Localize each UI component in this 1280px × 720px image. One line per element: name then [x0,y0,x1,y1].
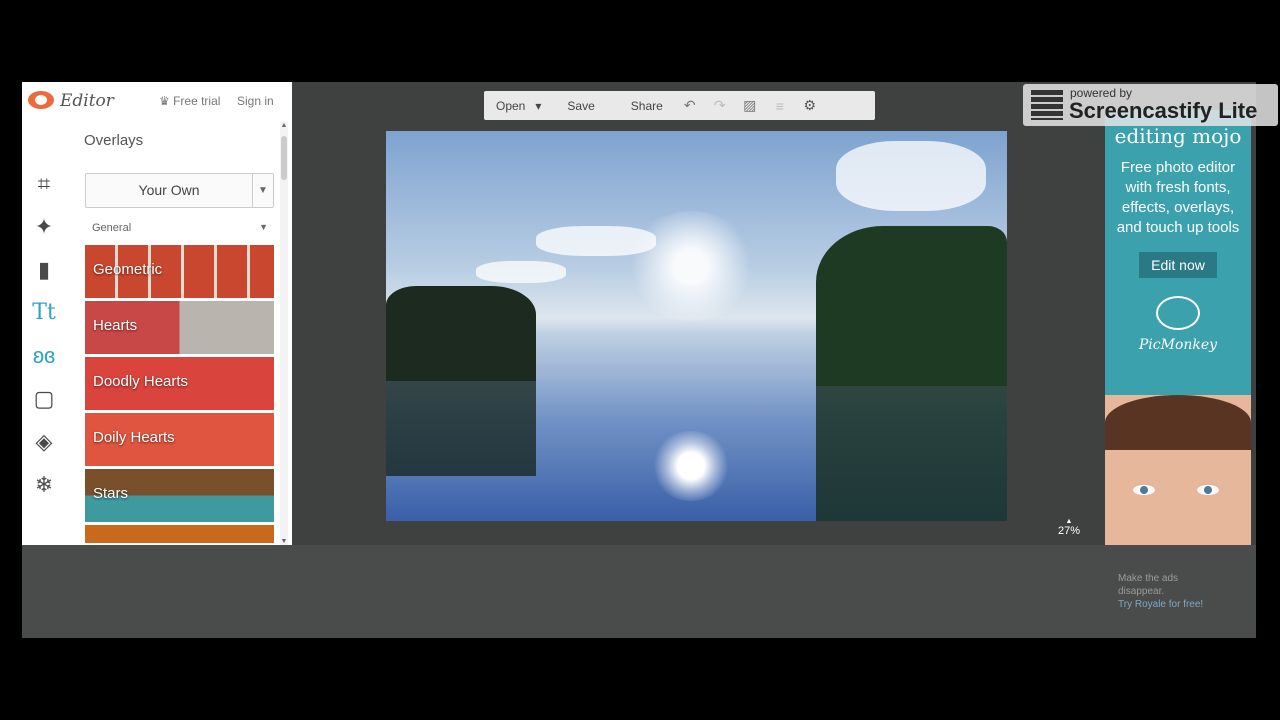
share-button[interactable]: Share [607,99,675,113]
brush-icon[interactable]: ▮ [22,248,66,291]
try-royale-link[interactable]: Try Royale for free! [1118,598,1213,611]
ad-brand: PicMonkey [1138,337,1218,353]
open-label: Open [496,98,526,113]
undo-icon[interactable]: ↶ [675,97,705,114]
reflection-left [386,381,536,476]
editor-app: Editor ♛ Free trial Sign in ⌗ ✦ ▮ Tt ʚɞ … [22,82,1256,638]
crop-icon[interactable]: ⌗ [22,162,66,205]
tile-label: Doily Hearts [93,429,175,446]
cloud [476,261,566,283]
zoom-up-icon[interactable]: ▲ [1058,518,1080,525]
save-button[interactable]: Save [553,99,606,113]
edit-now-button[interactable]: Edit now [1139,252,1217,278]
snowflake-icon[interactable]: ❄ [22,463,66,506]
ad-banner[interactable]: editing mojo Free photo editor with fres… [1105,110,1251,545]
tile-label: Hearts [93,317,138,334]
butterfly-icon[interactable]: ʚɞ [22,334,66,377]
frame-icon[interactable]: ▢ [22,377,66,420]
compare-icon[interactable]: ▨ [735,97,765,114]
bottom-band [22,545,1256,638]
tile-label: Stars [93,485,129,502]
ad-heading: editing mojo [1114,124,1242,148]
ad-body: Free photo editor with fresh fonts, effe… [1116,159,1240,236]
crown-icon: ♛ [159,94,174,108]
panel-title: Overlays [84,132,144,149]
trees-left [386,286,536,381]
badge-name: Screencastify Lite [1069,98,1258,123]
trees-right [816,226,1007,386]
overlay-tile-geometric[interactable]: Geometric [85,245,274,298]
scroll-down-icon[interactable]: ▼ [280,538,288,545]
your-own-button[interactable]: Your Own ▼ [85,173,274,208]
cloud [836,141,986,211]
sky-glow [626,211,756,321]
magic-wand-icon[interactable]: ✦ [22,205,66,248]
scroll-up-icon[interactable]: ▲ [280,122,288,129]
overlay-tile-doily-hearts[interactable]: Doily Hearts [85,413,274,466]
monkey-logo-icon [28,91,54,109]
overlay-tile-stars[interactable]: Stars [85,469,274,522]
hair-shape [1105,395,1251,450]
your-own-label: Your Own [86,174,253,207]
cloud [536,226,656,256]
free-trial-link[interactable]: ♛ Free trial [159,94,220,108]
chevron-down-icon[interactable]: ▼ [253,174,273,207]
app-name: Editor [60,91,114,111]
screencastify-badge: powered by Screencastify Lite [1023,84,1278,126]
gear-icon[interactable]: ⚙ [795,97,825,114]
tile-label: Geometric [93,261,163,278]
category-select[interactable]: General ▼ [92,222,268,234]
scroll-thumb[interactable] [281,136,287,180]
panel-scrollbar[interactable]: ▲ ▼ [280,122,288,545]
texture-icon[interactable]: ◈ [22,420,66,463]
photo-canvas[interactable] [386,131,1007,521]
sun-reflection [651,431,731,501]
eye-left [1133,485,1155,495]
free-trial-label: Free trial [173,94,221,108]
ad-logo: PicMonkey [1105,296,1251,353]
tool-sidebar: ⌗ ✦ ▮ Tt ʚɞ ▢ ◈ ❄ [22,162,66,506]
category-label: General [92,222,132,234]
panel-header: Editor ♛ Free trial Sign in [22,82,292,118]
sign-in-link[interactable]: Sign in [237,94,274,108]
layers-icon[interactable]: ≡ [765,98,795,114]
overlay-tile-hearts[interactable]: Hearts [85,301,274,354]
tile-label: Doodly Hearts [93,373,189,390]
zoom-control[interactable]: ▲ 27% [1058,518,1080,537]
text-icon[interactable]: Tt [22,291,66,334]
ad-note-text: Make the ads disappear. [1118,573,1179,597]
app-logo[interactable]: Editor [28,91,114,111]
zoom-value: 27% [1058,525,1081,537]
chevron-down-icon: ▾ [535,98,542,113]
overlay-tile-partial[interactable] [85,525,274,543]
redo-icon[interactable]: ↷ [705,97,735,114]
ad-note: Make the ads disappear. Try Royale for f… [1118,572,1213,611]
ad-model-photo [1105,395,1251,545]
open-button[interactable]: Open ▾ [484,99,553,113]
caret-down-icon: ▼ [259,222,268,232]
left-panel: Editor ♛ Free trial Sign in ⌗ ✦ ▮ Tt ʚɞ … [22,82,292,545]
reflection-right [816,386,1007,521]
monkey-icon [1156,296,1200,330]
eye-right [1197,485,1219,495]
film-icon [1031,90,1063,120]
overlay-tile-doodly-hearts[interactable]: Doodly Hearts [85,357,274,410]
overlay-list: Geometric Hearts Doodly Hearts Doily Hea… [85,245,274,545]
top-toolbar: Open ▾ Save Share ↶ ↷ ▨ ≡ ⚙ [484,91,875,120]
